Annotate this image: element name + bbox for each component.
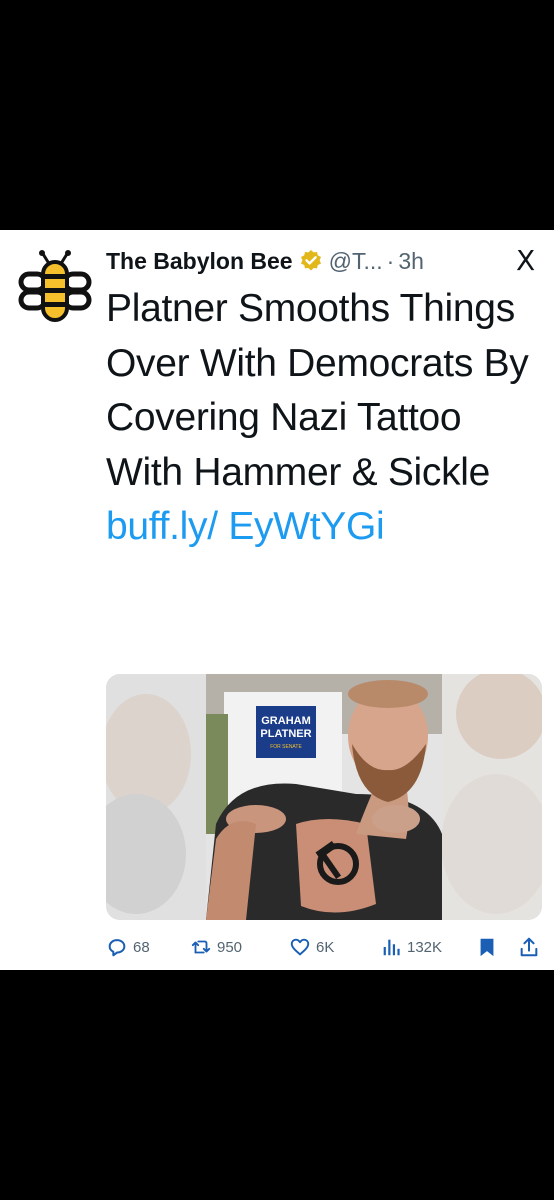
sign-line-1: GRAHAM xyxy=(261,715,311,727)
retweet-button[interactable]: 950 xyxy=(190,936,242,958)
timestamp[interactable]: 3h xyxy=(398,248,424,275)
avatar[interactable] xyxy=(18,248,92,322)
views-count: 132K xyxy=(407,938,443,956)
reply-button[interactable]: 68 xyxy=(106,936,150,958)
retweet-count: 950 xyxy=(217,938,243,956)
reply-icon xyxy=(108,939,126,957)
sign-line-3: FOR SENATE xyxy=(270,744,302,750)
bookmark-button[interactable] xyxy=(476,936,503,958)
author-name[interactable]: The Babylon Bee xyxy=(106,248,293,275)
verified-badge-icon xyxy=(300,250,321,271)
bee-logo-icon xyxy=(18,250,92,322)
separator-dot: · xyxy=(386,247,395,274)
tweet-header: The Babylon Bee @T... · 3h xyxy=(106,244,424,278)
tweet-headline: Platner Smooths Things Over With Democra… xyxy=(106,287,529,494)
tweet-image[interactable]: GRAHAM PLATNER FOR SENATE xyxy=(106,674,542,920)
like-icon xyxy=(290,938,310,956)
bookmark-icon xyxy=(480,938,494,957)
photo-illustration: GRAHAM PLATNER FOR SENATE xyxy=(106,674,542,920)
retweet-icon xyxy=(191,940,211,954)
views-button[interactable]: 132K xyxy=(380,936,442,958)
action-bar: 68 950 6K 132K xyxy=(106,933,542,961)
author-handle[interactable]: @T... xyxy=(329,248,383,275)
like-button[interactable]: 6K xyxy=(289,936,334,958)
reply-count: 68 xyxy=(133,938,150,956)
share-button[interactable] xyxy=(518,936,545,958)
tweet-card: The Babylon Bee @T... · 3h X Platner Smo… xyxy=(0,230,554,970)
like-count: 6K xyxy=(316,938,335,956)
sign-line-2: PLATNER xyxy=(260,728,311,740)
tweet-text: Platner Smooths Things Over With Democra… xyxy=(106,282,546,555)
views-icon xyxy=(383,939,400,956)
close-icon[interactable]: X xyxy=(516,244,535,278)
tweet-link[interactable]: buff.ly/ EyWtYGi xyxy=(106,505,385,548)
share-icon xyxy=(520,937,538,957)
